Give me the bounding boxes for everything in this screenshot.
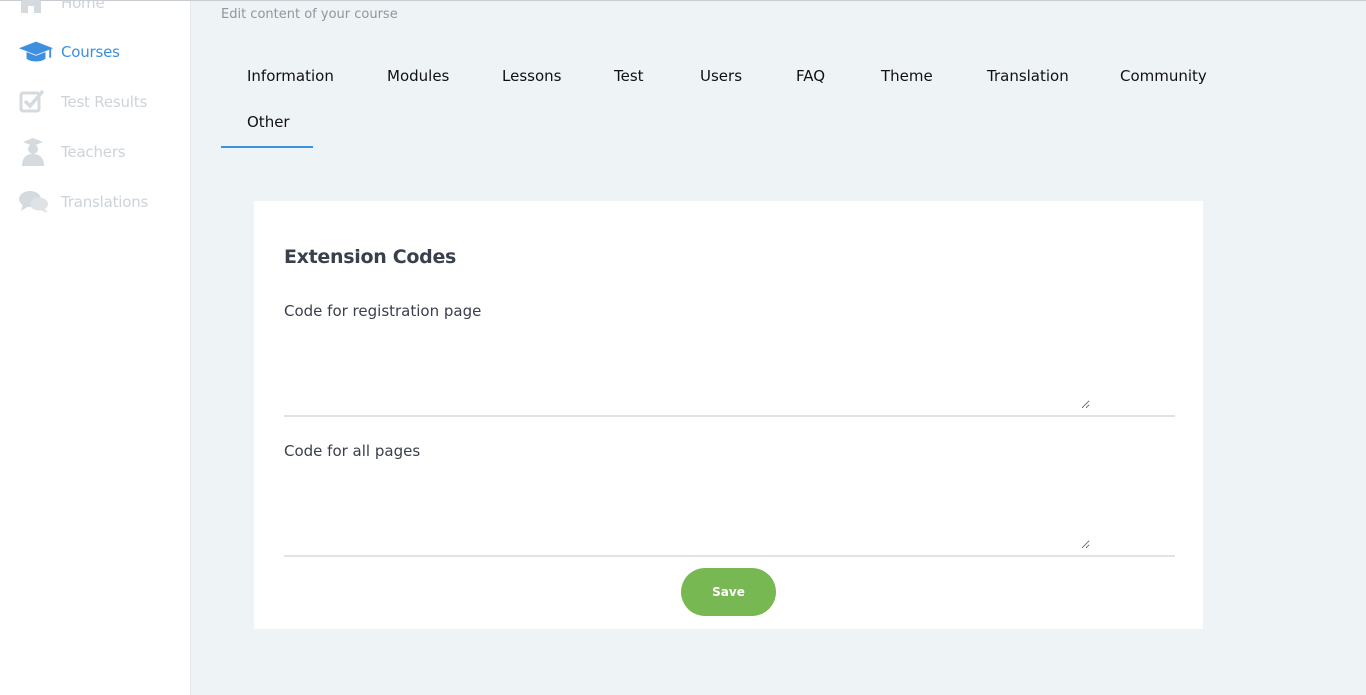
registration-code-label: Code for registration page <box>284 302 482 320</box>
sidebar: Home Courses Test Results Teachers Trans… <box>0 0 191 695</box>
chat-bubbles-icon <box>18 187 54 217</box>
tab-community[interactable]: Community <box>1120 67 1207 85</box>
tab-faq[interactable]: FAQ <box>796 67 825 85</box>
tab-lessons[interactable]: Lessons <box>502 67 561 85</box>
active-tab-indicator <box>221 146 313 148</box>
teacher-icon <box>18 137 54 167</box>
tab-modules[interactable]: Modules <box>387 67 449 85</box>
all-pages-code-label: Code for all pages <box>284 442 421 460</box>
tab-test[interactable]: Test <box>614 67 644 85</box>
home-icon <box>18 0 54 18</box>
top-border <box>0 0 1366 1</box>
sidebar-item-test-results[interactable]: Test Results <box>18 87 188 117</box>
sidebar-item-label: Translations <box>61 193 149 211</box>
tab-translation[interactable]: Translation <box>987 67 1069 85</box>
tab-information[interactable]: Information <box>247 67 334 85</box>
card-title: Extension Codes <box>284 246 457 268</box>
sidebar-item-translations[interactable]: Translations <box>18 187 188 217</box>
sidebar-item-label: Teachers <box>61 143 126 161</box>
page-subtitle: Edit content of your course <box>221 7 398 22</box>
extension-codes-card: Extension Codes Code for registration pa… <box>254 201 1203 629</box>
tab-users[interactable]: Users <box>700 67 742 85</box>
graduation-cap-icon <box>18 37 54 67</box>
tab-other[interactable]: Other <box>247 113 290 131</box>
tab-theme[interactable]: Theme <box>881 67 933 85</box>
sidebar-item-home[interactable]: Home <box>18 0 188 18</box>
registration-code-textarea[interactable] <box>284 325 1090 409</box>
sidebar-item-label: Home <box>61 0 105 12</box>
all-pages-code-divider <box>284 555 1175 557</box>
sidebar-item-courses[interactable]: Courses <box>18 37 188 67</box>
all-pages-code-textarea[interactable] <box>284 465 1090 549</box>
save-button[interactable]: Save <box>681 568 776 616</box>
checkbox-icon <box>18 87 54 117</box>
sidebar-item-label: Test Results <box>61 93 148 111</box>
sidebar-item-teachers[interactable]: Teachers <box>18 137 188 167</box>
registration-code-divider <box>284 415 1175 417</box>
sidebar-item-label: Courses <box>61 43 120 61</box>
